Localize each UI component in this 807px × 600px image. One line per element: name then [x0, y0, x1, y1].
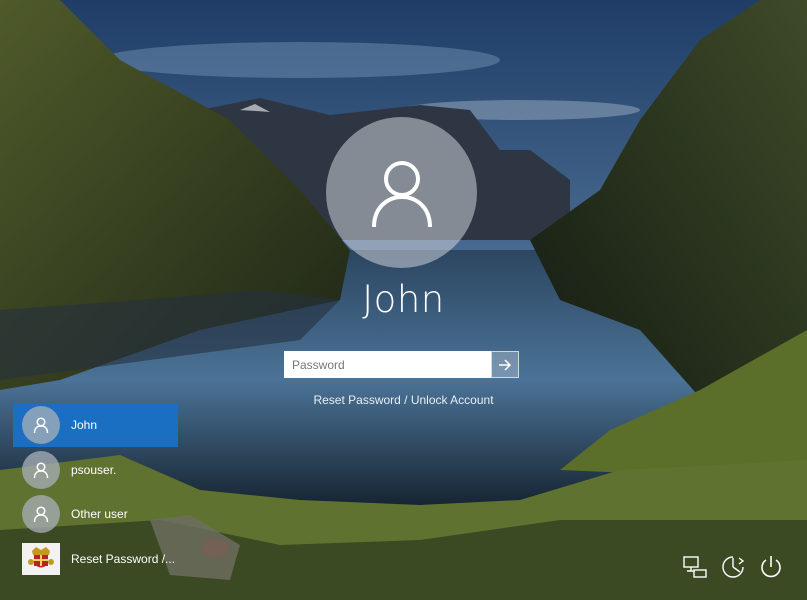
arrow-right-icon [499, 358, 512, 371]
network-button[interactable] [680, 552, 710, 582]
user-icon [33, 462, 49, 479]
user-avatar [22, 451, 60, 489]
user-avatar-large [326, 117, 477, 268]
user-icon [33, 506, 49, 523]
system-icons [680, 552, 790, 582]
user-item-label: John [71, 418, 98, 432]
submit-button[interactable] [491, 351, 519, 378]
user-item-psouser[interactable]: psouser. [13, 448, 178, 492]
password-field[interactable] [284, 351, 491, 378]
user-avatar [22, 495, 60, 533]
user-item-label: Other user [71, 507, 128, 521]
user-icon [371, 160, 432, 227]
user-item-label: psouser. [71, 463, 117, 477]
network-icon [683, 556, 707, 578]
power-icon [761, 556, 781, 578]
user-item-reset-password[interactable]: Reset Password /... [13, 537, 178, 581]
username-heading: John [362, 278, 445, 321]
user-icon [33, 417, 49, 434]
power-button[interactable] [756, 552, 786, 582]
user-avatar [22, 406, 60, 444]
user-item-label: Reset Password /... [71, 552, 176, 566]
user-item-john[interactable]: John [13, 403, 178, 447]
ease-of-access-icon [722, 556, 745, 578]
user-item-other-user[interactable]: Other user [13, 492, 178, 536]
password-row [284, 351, 519, 378]
ease-of-access-button[interactable] [718, 552, 748, 582]
crest-icon [22, 543, 60, 575]
